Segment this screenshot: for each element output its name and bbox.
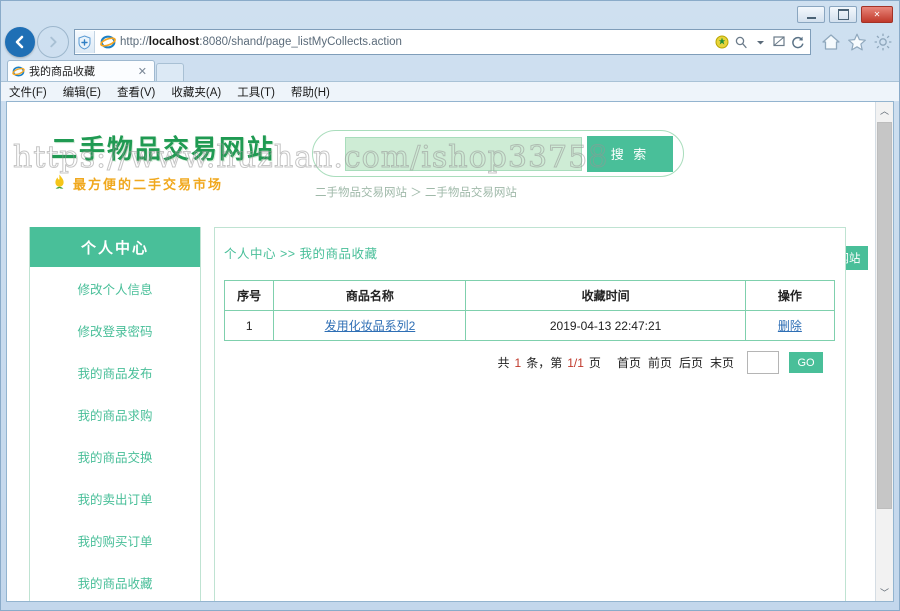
pager-total-count: 1 — [515, 356, 522, 370]
url-path: :8080/shand/page_listMyCollects.action — [199, 36, 402, 48]
browser-toolbar-icons — [821, 32, 893, 52]
sidebar-header: 个人中心 — [30, 227, 200, 267]
sidebar-item-my-wanted[interactable]: 我的商品求购 — [30, 393, 200, 435]
browser-window: ✕ http://localhost:8080/shand/page_listM… — [0, 0, 900, 611]
search-container: 搜 索 — [312, 130, 684, 177]
site-header: 二手物品交易网站 最方便的二手交易市场 搜 索 二手物品交易网站 ＞ 二手物品交… — [7, 102, 876, 200]
sidebar-item-my-listings[interactable]: 我的商品发布 — [30, 351, 200, 393]
pager-current-page: 1/1 — [567, 356, 584, 370]
security-shield-icon — [75, 31, 95, 53]
pager-first[interactable]: 首页 — [616, 354, 642, 371]
site-logo-subtitle-row: 最方便的二手交易市场 — [51, 173, 275, 193]
forward-button[interactable] — [37, 26, 69, 58]
menu-help[interactable]: 帮助(H) — [291, 84, 330, 100]
pager-next[interactable]: 后页 — [678, 354, 704, 371]
sidebar-item-my-collections[interactable]: 我的商品收藏 — [30, 561, 200, 601]
minimize-button[interactable] — [797, 6, 825, 23]
column-header-time: 收藏时间 — [466, 281, 745, 311]
menu-favorites[interactable]: 收藏夹(A) — [171, 84, 221, 100]
navigation-bar: http://localhost:8080/shand/page_listMyC… — [1, 25, 899, 59]
pager-total-suffix: 条，第 — [526, 354, 562, 371]
tab-strip: 我的商品收藏 ✕ — [1, 59, 899, 81]
window-controls: ✕ — [797, 6, 893, 23]
sidebar-item-buy-orders[interactable]: 我的购买订单 — [30, 519, 200, 561]
scroll-up-arrow-icon[interactable]: ︿ — [876, 102, 893, 119]
forward-arrow-icon — [46, 35, 60, 49]
new-tab-button[interactable] — [156, 63, 184, 81]
page-jump-input[interactable] — [747, 351, 779, 374]
column-header-index: 序号 — [225, 281, 274, 311]
delete-link[interactable]: 删除 — [778, 319, 802, 333]
address-bar[interactable]: http://localhost:8080/shand/page_listMyC… — [74, 29, 811, 55]
back-button[interactable] — [5, 27, 35, 57]
sidebar-item-sell-orders[interactable]: 我的卖出订单 — [30, 477, 200, 519]
sidebar: 个人中心 修改个人信息 修改登录密码 我的商品发布 我的商品求购 我的商品交换 … — [29, 227, 201, 601]
scrollbar-thumb[interactable] — [877, 122, 892, 509]
main-panel: 个人中心 >> 我的商品收藏 序号 商品名称 收藏时间 操作 — [214, 227, 846, 601]
sidebar-item-edit-profile[interactable]: 修改个人信息 — [30, 267, 200, 309]
address-url: http://localhost:8080/shand/page_listMyC… — [120, 36, 714, 48]
page-title: 个人中心 >> 我的商品收藏 — [215, 228, 845, 262]
menu-view[interactable]: 查看(V) — [117, 84, 155, 100]
product-link[interactable]: 发用化妆品系列2 — [325, 319, 416, 333]
site-logo-subtitle: 最方便的二手交易市场 — [73, 174, 223, 193]
search-button[interactable]: 搜 索 — [587, 136, 673, 172]
vertical-scrollbar[interactable]: ︿ ﹀ — [875, 102, 893, 601]
sidebar-item-change-password[interactable]: 修改登录密码 — [30, 309, 200, 351]
pagination: 共 1 条，第 1/1 页 首页 前页 后页 末页 GO — [224, 351, 823, 374]
title-bar: ✕ — [1, 1, 899, 25]
table-row: 1 发用化妆品系列2 2019-04-13 22:47:21 删除 — [225, 311, 835, 341]
ie-logo-icon — [100, 34, 116, 50]
close-button[interactable]: ✕ — [861, 6, 893, 23]
tab-favicon-icon — [12, 65, 25, 78]
column-header-product: 商品名称 — [274, 281, 466, 311]
pager-last[interactable]: 末页 — [709, 354, 735, 371]
tracking-protection-icon[interactable] — [714, 34, 730, 50]
menu-file[interactable]: 文件(F) — [9, 84, 47, 100]
menu-tools[interactable]: 工具(T) — [237, 84, 275, 100]
compatibility-view-icon[interactable] — [771, 34, 787, 50]
collections-table: 序号 商品名称 收藏时间 操作 1 发用化妆品系列2 2 — [224, 280, 835, 341]
menu-bar: 文件(F) 编辑(E) 查看(V) 收藏夹(A) 工具(T) 帮助(H) — [1, 81, 899, 101]
cell-time: 2019-04-13 22:47:21 — [466, 311, 745, 341]
cell-product: 发用化妆品系列2 — [274, 311, 466, 341]
menu-edit[interactable]: 编辑(E) — [63, 84, 101, 100]
breadcrumb: 二手物品交易网站 ＞ 二手物品交易网站 — [315, 184, 517, 200]
table-header-row: 序号 商品名称 收藏时间 操作 — [225, 281, 835, 311]
flame-icon — [51, 173, 68, 193]
search-icon[interactable] — [733, 34, 749, 50]
pager-prev[interactable]: 前页 — [647, 354, 673, 371]
site-logo-title: 二手物品交易网站 — [51, 129, 275, 166]
go-button[interactable]: GO — [789, 352, 823, 373]
search-input[interactable] — [345, 137, 582, 171]
pager-total-prefix: 共 — [498, 354, 510, 371]
pager-page-suffix: 页 — [589, 354, 601, 371]
page-viewport: 二手物品交易网站 最方便的二手交易市场 搜 索 二手物品交易网站 ＞ 二手物品交… — [6, 101, 894, 602]
tools-gear-icon[interactable] — [873, 32, 893, 52]
collections-table-wrapper: 序号 商品名称 收藏时间 操作 1 发用化妆品系列2 2 — [224, 280, 835, 374]
chevron-down-icon[interactable] — [752, 34, 768, 50]
web-page: 二手物品交易网站 最方便的二手交易市场 搜 索 二手物品交易网站 ＞ 二手物品交… — [7, 102, 876, 601]
maximize-button[interactable] — [829, 6, 857, 23]
url-scheme: http:// — [120, 36, 149, 48]
site-logo[interactable]: 二手物品交易网站 最方便的二手交易市场 — [51, 129, 275, 193]
address-bar-tools — [714, 34, 810, 50]
home-icon[interactable] — [821, 32, 841, 52]
sidebar-item-my-exchanges[interactable]: 我的商品交换 — [30, 435, 200, 477]
cell-index: 1 — [225, 311, 274, 341]
column-header-action: 操作 — [745, 281, 834, 311]
favorites-star-icon[interactable] — [847, 32, 867, 52]
tab-close-icon[interactable]: ✕ — [135, 65, 150, 78]
back-arrow-icon — [12, 34, 28, 50]
cell-action: 删除 — [745, 311, 834, 341]
refresh-icon[interactable] — [790, 34, 806, 50]
scroll-down-arrow-icon[interactable]: ﹀ — [876, 584, 893, 601]
url-host: localhost — [149, 36, 199, 48]
tab-label: 我的商品收藏 — [29, 63, 135, 79]
tab-my-collections[interactable]: 我的商品收藏 ✕ — [7, 60, 155, 81]
page-content: 个人中心 修改个人信息 修改登录密码 我的商品发布 我的商品求购 我的商品交换 … — [7, 227, 876, 601]
